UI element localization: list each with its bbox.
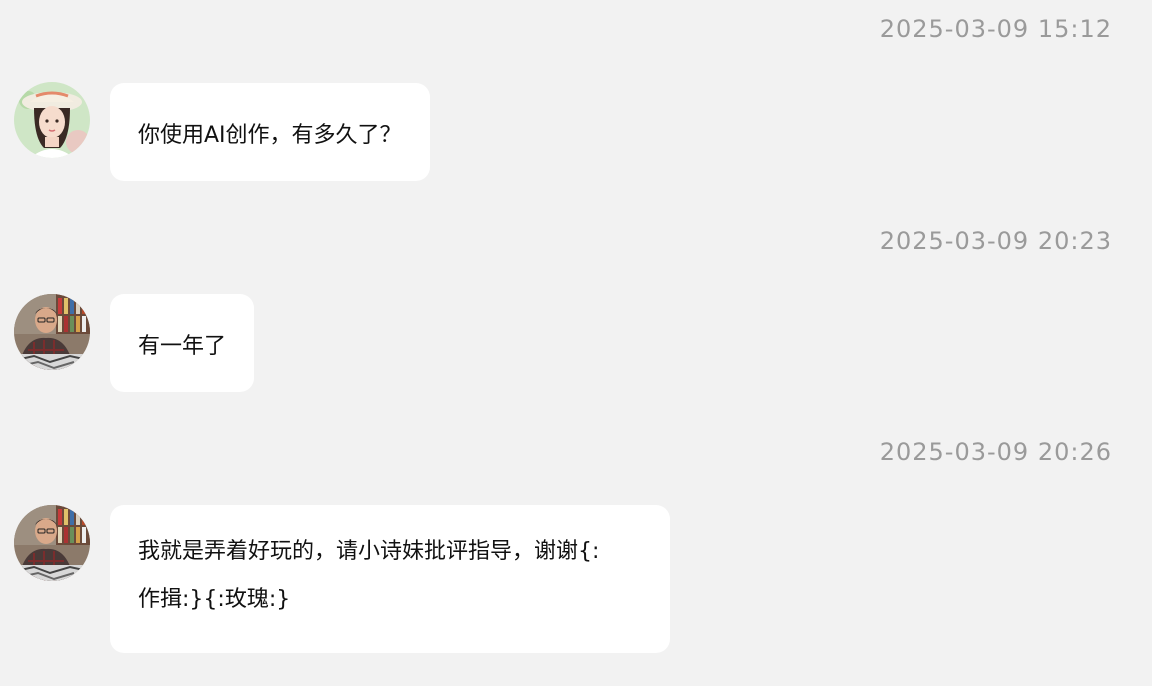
message-bubble[interactable]: 有一年了 — [110, 294, 255, 392]
woman-sunhat-avatar[interactable] — [14, 82, 90, 158]
man-bookshelf-avatar[interactable] — [14, 294, 90, 370]
message-timestamp: 2025-03-09 20:26 — [879, 438, 1112, 466]
man-bookshelf-avatar[interactable] — [14, 505, 90, 581]
message-text: 作揖:}{:玫瑰:} — [138, 587, 291, 612]
message-text: 有一年了 — [138, 334, 227, 359]
message-bubble[interactable]: 我就是弄着好玩的，请小诗妹批评指导，谢谢{: 作揖:}{:玫瑰:} — [110, 505, 670, 653]
chat-thread[interactable]: 2025-03-09 15:12 你使用AI创作，有多久了？ 2025-03-0… — [0, 0, 1152, 686]
message-text: 你使用AI创作，有多久了？ — [138, 123, 402, 148]
message-text: 我就是弄着好玩的，请小诗妹批评指导，谢谢{: — [138, 539, 600, 564]
message-timestamp: 2025-03-09 15:12 — [879, 15, 1112, 43]
message-timestamp: 2025-03-09 20:23 — [879, 227, 1112, 255]
message-bubble[interactable]: 你使用AI创作，有多久了？ — [110, 83, 430, 181]
